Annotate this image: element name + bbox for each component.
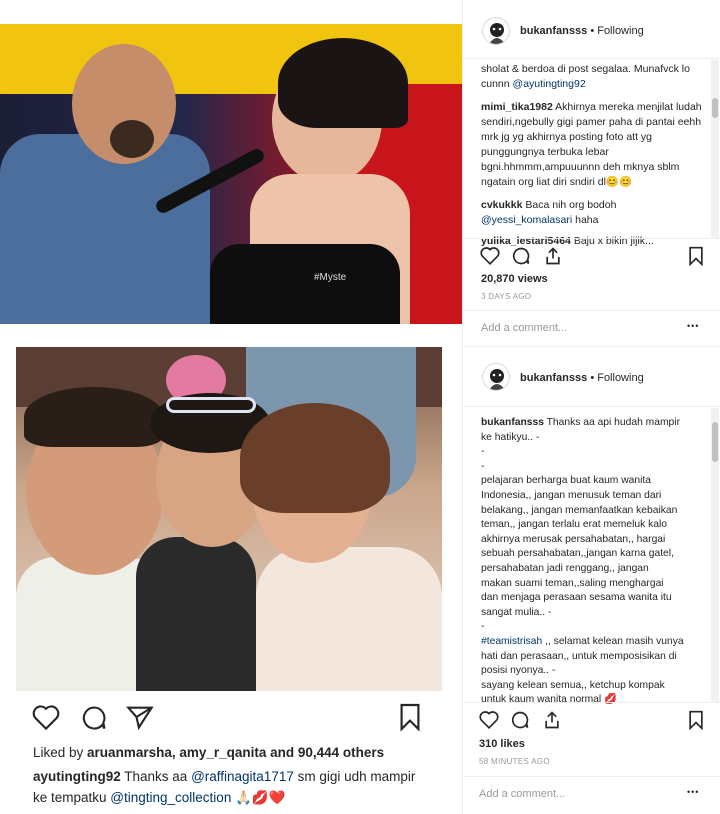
comment-user[interactable]: cvkukkk: [481, 199, 522, 211]
heart-icon[interactable]: [480, 246, 500, 265]
post2-likes[interactable]: 310 likes: [479, 738, 525, 750]
share-icon[interactable]: [543, 246, 563, 266]
caption-username[interactable]: bukanfansss: [481, 417, 544, 428]
post2-more-options-icon[interactable]: •••: [687, 787, 699, 797]
comment-icon[interactable]: [80, 704, 108, 732]
comment: cvkukkk Baca nih org bodoh @yessi_komala…: [481, 199, 617, 226]
liked-users-link[interactable]: aruanmarsha, amy_r_qanita: [87, 745, 266, 760]
send-icon[interactable]: [126, 704, 154, 730]
avatar[interactable]: [482, 17, 510, 45]
heart-icon[interactable]: [32, 704, 60, 730]
post1-username[interactable]: bukanfansss: [520, 25, 587, 37]
mention-link[interactable]: @raffinagita1717: [191, 769, 294, 784]
post1-comments: sholat & berdoa di post segalaa. Munafvc…: [481, 62, 703, 249]
post1-avatar[interactable]: [482, 17, 510, 45]
scroll-thumb[interactable]: [712, 98, 718, 118]
bookmark-icon[interactable]: [687, 710, 705, 730]
share-icon[interactable]: [542, 710, 562, 730]
comment: mimi_tika1982 Akhirnya mereka menjilat l…: [481, 101, 702, 188]
mention-link[interactable]: @yessi_komalasari: [481, 214, 572, 226]
heart-icon[interactable]: [479, 710, 499, 729]
post2-caption: bukanfansss Thanks aa api hudah mampir k…: [481, 417, 684, 706]
post1-photo[interactable]: #Myste: [0, 24, 462, 324]
avatar[interactable]: [482, 363, 510, 391]
bookmark-icon[interactable]: [398, 702, 422, 732]
post2-scrollbar[interactable]: [711, 408, 719, 702]
comment-icon[interactable]: [511, 246, 531, 266]
hashtag-link[interactable]: #teamistrisah: [481, 636, 542, 647]
man-beard: [110, 120, 154, 158]
tv-watermark: #Myste: [314, 272, 347, 283]
post3-liked-by: Liked by aruanmarsha, amy_r_qanita and 9…: [33, 745, 385, 760]
sunglasses: [166, 397, 256, 413]
mention-link[interactable]: @tingting_collection: [110, 790, 231, 805]
scroll-thumb[interactable]: [712, 422, 718, 462]
post2-add-comment-input[interactable]: Add a comment...: [479, 788, 565, 800]
post1-timestamp: 3 DAYS AGO: [481, 292, 532, 301]
post2-avatar[interactable]: [482, 363, 510, 391]
post1-add-comment-input[interactable]: Add a comment...: [481, 322, 567, 334]
post2-timestamp: 58 MINUTES AGO: [479, 757, 550, 766]
post1-more-options-icon[interactable]: •••: [687, 321, 699, 331]
post2-follow-status[interactable]: • Following: [590, 372, 643, 384]
man-hair: [24, 387, 164, 447]
woman1-top: [136, 537, 256, 691]
woman2-top: [256, 547, 442, 691]
comment: sholat & berdoa di post segalaa. Munafvc…: [481, 63, 690, 90]
post1-scrollbar[interactable]: [711, 60, 719, 238]
woman2-hair: [240, 403, 390, 513]
post2-username[interactable]: bukanfansss: [520, 372, 587, 384]
bookmark-icon[interactable]: [687, 246, 705, 266]
liked-count-link[interactable]: and 90,444 others: [266, 745, 384, 760]
woman-dress: [210, 244, 400, 324]
caption-username[interactable]: ayutingting92: [33, 769, 121, 784]
man-jacket: [0, 134, 210, 324]
post1-views[interactable]: 20,870 views: [481, 273, 548, 285]
woman-hair: [278, 38, 408, 128]
post1-panel: bukanfansss • Following sholat & berdoa …: [462, 0, 720, 346]
comment-user[interactable]: mimi_tika1982: [481, 101, 553, 113]
post1-follow-status[interactable]: • Following: [590, 25, 643, 37]
comment-icon[interactable]: [510, 710, 530, 730]
post3-photo[interactable]: [16, 347, 442, 691]
mention-link[interactable]: @ayutingting92: [513, 78, 586, 90]
post2-panel: bukanfansss • Following bukanfansss Than…: [462, 346, 720, 814]
post3-caption: ayutingting92 Thanks aa @raffinagita1717…: [33, 769, 416, 805]
